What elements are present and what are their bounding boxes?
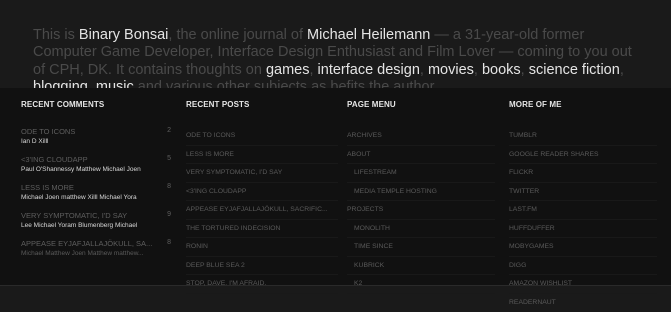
- comment-post-title[interactable]: APPEASE EYJAFJALLAJÖKULL, SA...: [21, 239, 156, 249]
- topic-link-movies[interactable]: movies: [428, 62, 474, 78]
- footer-panel: RECENT COMMENTS ODE TO ICONS 2 Ian D Xil…: [0, 88, 671, 286]
- page-submenu-link[interactable]: K2: [347, 275, 495, 294]
- comment-item: APPEASE EYJAFJALLAJÖKULL, SA... 8 Michae…: [21, 239, 173, 267]
- comment-count: 8: [167, 239, 171, 246]
- external-profile-link[interactable]: FLICKR: [509, 164, 657, 183]
- page-menu-list: ARCHIVES ABOUT LIFESTREAM MEDIA TEMPLE H…: [347, 127, 495, 294]
- recent-post-link[interactable]: ODE TO ICONS: [186, 127, 338, 146]
- comment-item: VERY SYMPTOMATIC, I'D SAY 9 Lee Michael …: [21, 211, 173, 239]
- recent-comments-list: ODE TO ICONS 2 Ian D Xilll <3'ING CLOUDA…: [21, 127, 173, 267]
- external-profile-link[interactable]: GOOGLE READER SHARES: [509, 146, 657, 165]
- recent-posts-heading: RECENT POSTS: [186, 100, 338, 127]
- comment-post-title[interactable]: VERY SYMPTOMATIC, I'D SAY: [21, 211, 156, 221]
- recent-post-link[interactable]: THE TORTURED INDECISION: [186, 220, 338, 239]
- external-profile-link[interactable]: AMAZON WISHLIST: [509, 275, 657, 294]
- recent-post-link[interactable]: <3'ING CLOUDAPP: [186, 183, 338, 202]
- page-menu-link[interactable]: ABOUT: [347, 146, 495, 165]
- recent-posts-section: RECENT POSTS ODE TO ICONS LESS IS MORE V…: [186, 100, 338, 294]
- commenter-names[interactable]: Paul O'Shannessy Matthew Michael Joen: [21, 165, 171, 174]
- page-submenu-link[interactable]: KUBRICK: [347, 257, 495, 276]
- external-profile-link[interactable]: DIGG: [509, 257, 657, 276]
- more-of-me-section: MORE OF ME TUMBLR GOOGLE READER SHARES F…: [509, 100, 657, 312]
- external-profile-link[interactable]: TUMBLR: [509, 127, 657, 146]
- commenter-names[interactable]: Michael Matthew Joen Matthew matthew...: [21, 249, 171, 258]
- recent-post-link[interactable]: LESS IS MORE: [186, 146, 338, 165]
- page-submenu-link[interactable]: TIME SINCE: [347, 238, 495, 257]
- recent-comments-section: RECENT COMMENTS ODE TO ICONS 2 Ian D Xil…: [21, 100, 173, 267]
- commenter-names[interactable]: Lee Michael Yoram Blumenberg Michael: [21, 221, 171, 230]
- separator: ,: [420, 62, 428, 78]
- comment-count: 9: [167, 211, 171, 218]
- page-submenu-link[interactable]: MONOLITH: [347, 220, 495, 239]
- page-submenu-link[interactable]: LIFESTREAM: [347, 164, 495, 183]
- recent-comments-heading: RECENT COMMENTS: [21, 100, 173, 127]
- external-profile-link[interactable]: TWITTER: [509, 183, 657, 202]
- external-profile-link[interactable]: READERNAUT: [509, 294, 657, 312]
- separator: ,: [309, 62, 317, 78]
- site-name-link[interactable]: Binary Bonsai: [79, 27, 168, 43]
- topic-link-games[interactable]: games: [266, 62, 310, 78]
- separator: ,: [521, 62, 529, 78]
- commenter-names[interactable]: Ian D Xilll: [21, 137, 171, 146]
- comment-post-title[interactable]: ODE TO ICONS: [21, 127, 156, 137]
- recent-posts-list: ODE TO ICONS LESS IS MORE VERY SYMPTOMAT…: [186, 127, 338, 294]
- page-menu-link[interactable]: PROJECTS: [347, 201, 495, 220]
- external-profile-link[interactable]: LAST.FM: [509, 201, 657, 220]
- author-link[interactable]: Michael Heilemann: [307, 27, 430, 43]
- comment-item: <3'ING CLOUDAPP 5 Paul O'Shannessy Matth…: [21, 155, 173, 183]
- comment-item: ODE TO ICONS 2 Ian D Xilll: [21, 127, 173, 155]
- comment-count: 5: [167, 155, 171, 162]
- comment-count: 8: [167, 183, 171, 190]
- recent-post-link[interactable]: STOP, DAVE. I'M AFRAID.: [186, 275, 338, 294]
- page-menu-link[interactable]: ARCHIVES: [347, 127, 495, 146]
- topic-link-books[interactable]: books: [482, 62, 521, 78]
- intro-text: , the online journal of: [168, 27, 307, 43]
- intro-text: This is: [33, 27, 79, 43]
- recent-post-link[interactable]: DEEP BLUE SEA 2: [186, 257, 338, 276]
- separator: ,: [620, 62, 624, 78]
- page-submenu-link[interactable]: MEDIA TEMPLE HOSTING: [347, 183, 495, 202]
- topic-link-interface-design[interactable]: interface design: [318, 62, 420, 78]
- external-profile-link[interactable]: MOBYGAMES: [509, 238, 657, 257]
- commenter-names[interactable]: Michael Joen matthew Xilll Michael Yora: [21, 193, 171, 202]
- recent-post-link[interactable]: VERY SYMPTOMATIC, I'D SAY: [186, 164, 338, 183]
- recent-post-link[interactable]: RONIN: [186, 238, 338, 257]
- comment-count: 2: [167, 127, 171, 134]
- comment-post-title[interactable]: LESS IS MORE: [21, 183, 156, 193]
- page-menu-section: PAGE MENU ARCHIVES ABOUT LIFESTREAM MEDI…: [347, 100, 495, 294]
- topic-link-science-fiction[interactable]: science fiction: [529, 62, 620, 78]
- more-of-me-heading: MORE OF ME: [509, 100, 657, 127]
- comment-post-title[interactable]: <3'ING CLOUDAPP: [21, 155, 156, 165]
- more-of-me-list: TUMBLR GOOGLE READER SHARES FLICKR TWITT…: [509, 127, 657, 312]
- page-menu-heading: PAGE MENU: [347, 100, 495, 127]
- site-description: This is Binary Bonsai, the online journa…: [33, 27, 643, 97]
- comment-item: LESS IS MORE 8 Michael Joen matthew Xill…: [21, 183, 173, 211]
- external-profile-link[interactable]: HUFFDUFFER: [509, 220, 657, 239]
- recent-post-link[interactable]: APPEASE EYJAFJALLAJÖKULL, SACRIFIC...: [186, 201, 338, 220]
- separator: ,: [474, 62, 482, 78]
